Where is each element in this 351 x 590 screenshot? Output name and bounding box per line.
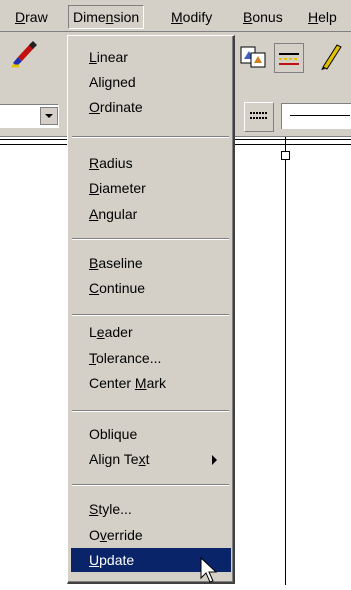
menu-bonus[interactable]: Bonus	[239, 6, 287, 28]
menu-dimension[interactable]: Dimension	[68, 5, 145, 29]
submenu-arrow-icon	[212, 455, 217, 465]
menu-item-align-text[interactable]: Align Text	[71, 447, 231, 471]
menu-item-diameter[interactable]: Diameter	[71, 176, 231, 200]
grip-marker-icon	[281, 151, 290, 160]
menu-item-baseline[interactable]: Baseline	[71, 251, 231, 275]
menu-item-override[interactable]: Override	[71, 523, 231, 547]
menu-item-aligned[interactable]: Aligned	[71, 70, 231, 94]
menu-item-tolerance[interactable]: Tolerance...	[71, 346, 231, 370]
menu-modify[interactable]: Modify	[167, 6, 216, 28]
menu-item-oblique[interactable]: Oblique	[71, 422, 231, 446]
menu-item-continue[interactable]: Continue	[71, 276, 231, 300]
dimension-dropdown-menu: Linear Aligned Ordinate Radius Diameter …	[67, 35, 235, 584]
linetype-icon[interactable]	[274, 43, 304, 73]
pencil-icon[interactable]	[315, 41, 345, 71]
menu-separator	[72, 484, 229, 486]
drawing-line	[285, 137, 286, 585]
menu-help[interactable]: Help	[304, 6, 341, 28]
menu-item-angular[interactable]: Angular	[71, 202, 231, 226]
menu-separator	[72, 314, 229, 316]
linetype-dropdown[interactable]	[281, 103, 351, 129]
menu-separator	[72, 410, 229, 412]
lineweight-icon[interactable]	[244, 102, 274, 132]
menu-item-style[interactable]: Style...	[71, 497, 231, 521]
paint-brush-icon[interactable]	[9, 39, 39, 69]
menu-separator	[72, 238, 229, 240]
layer-icon[interactable]	[239, 43, 269, 73]
menu-item-radius[interactable]: Radius	[71, 151, 231, 175]
menu-item-ordinate[interactable]: Ordinate	[71, 95, 231, 119]
menu-item-center-mark[interactable]: Center Mark	[71, 371, 231, 395]
menu-separator	[72, 136, 229, 138]
dropdown-arrow-icon[interactable]	[40, 107, 58, 125]
menu-draw[interactable]: Draw	[11, 6, 52, 28]
mouse-cursor-icon	[200, 556, 222, 587]
menu-item-linear[interactable]: Linear	[71, 45, 231, 69]
menu-bar: Draw Dimension Modify Bonus Help	[0, 0, 351, 32]
menu-item-leader[interactable]: Leader	[71, 320, 231, 344]
